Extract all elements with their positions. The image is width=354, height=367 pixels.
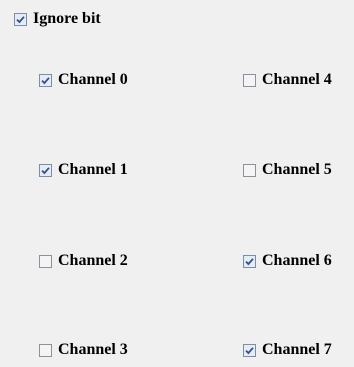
- channel-settings-panel: { "ignore_bit": { "label": "Ignore bit",…: [0, 0, 354, 367]
- channel-6-checkbox[interactable]: Channel 6: [243, 251, 332, 271]
- channel-1-label: Channel 1: [58, 161, 128, 178]
- channel-2-checkbox[interactable]: Channel 2: [39, 251, 128, 271]
- checkbox-check-icon[interactable]: [39, 73, 52, 87]
- channel-6-label: Channel 6: [262, 252, 332, 269]
- channel-7-checkbox[interactable]: Channel 7: [243, 340, 332, 360]
- channel-5-checkbox[interactable]: Channel 5: [243, 160, 332, 180]
- checkbox-check-icon[interactable]: [14, 12, 27, 26]
- channel-0-label: Channel 0: [58, 71, 128, 88]
- channel-4-label: Channel 4: [262, 71, 332, 88]
- checkbox-check-icon[interactable]: [39, 163, 52, 177]
- checkbox-check-icon[interactable]: [243, 163, 256, 177]
- checkbox-check-icon[interactable]: [39, 254, 52, 268]
- channel-1-checkbox[interactable]: Channel 1: [39, 160, 128, 180]
- checkbox-check-icon[interactable]: [243, 73, 256, 87]
- channel-3-checkbox[interactable]: Channel 3: [39, 340, 128, 360]
- checkbox-check-icon[interactable]: [243, 254, 256, 268]
- ignore-bit-label: Ignore bit: [33, 10, 101, 27]
- ignore-bit-checkbox[interactable]: Ignore bit: [14, 9, 101, 29]
- checkbox-check-icon[interactable]: [39, 343, 52, 357]
- channel-7-label: Channel 7: [262, 341, 332, 358]
- channel-3-label: Channel 3: [58, 341, 128, 358]
- checkbox-check-icon[interactable]: [243, 343, 256, 357]
- channel-2-label: Channel 2: [58, 252, 128, 269]
- channel-0-checkbox[interactable]: Channel 0: [39, 70, 128, 90]
- channel-4-checkbox[interactable]: Channel 4: [243, 70, 332, 90]
- channel-5-label: Channel 5: [262, 161, 332, 178]
